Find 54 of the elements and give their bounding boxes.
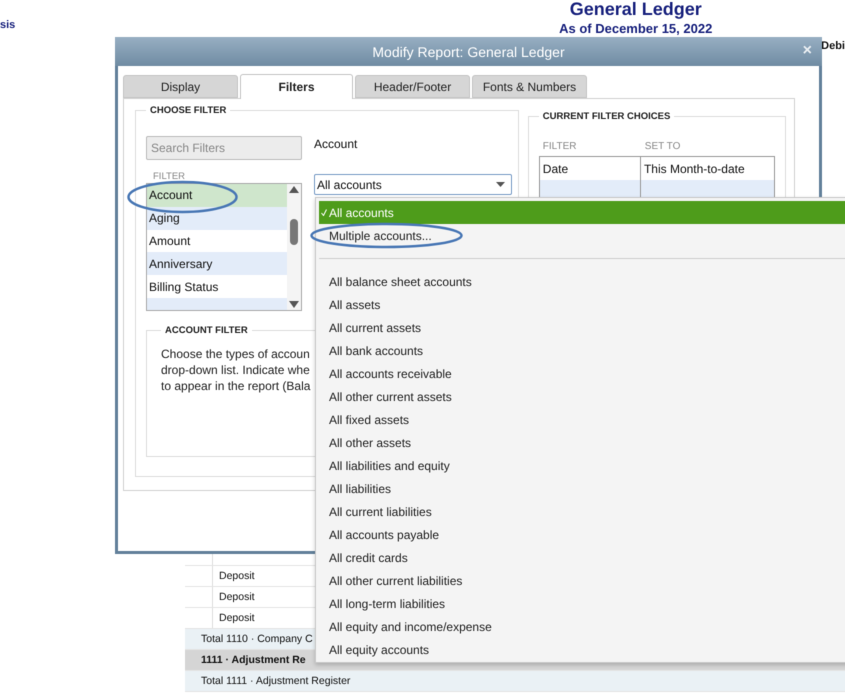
group-title: ACCOUNT FILTER [164,325,249,336]
caret-icon [496,182,505,187]
report-date: As of December 15, 2022 [559,21,712,36]
report-row-text: Deposit [218,612,255,624]
menu-item[interactable]: All accounts payable [319,523,845,546]
report-row-text: Total 1110 · Company C [201,633,313,645]
scroll-thumb[interactable] [290,219,298,245]
menu-item[interactable]: All current assets [319,316,845,339]
list-heading: FILTER [153,171,186,183]
menu-item[interactable]: All liabilities and equity [319,454,845,477]
column-header: Debi [821,40,845,52]
tab[interactable]: Header/Footer [355,75,470,98]
report-text-fragment: sis [0,18,16,31]
report-row-text: Deposit [218,570,255,582]
down-arrow-icon[interactable] [289,301,299,308]
menu-item[interactable]: All fixed assets [319,408,845,431]
column-header: FILTER [542,140,578,152]
menu-item[interactable]: All equity accounts [319,638,845,661]
report-row-text: Deposit [218,591,255,603]
menu-item[interactable]: All equity and income/expense [319,615,845,638]
search-field[interactable]: Search Filters [146,136,302,160]
column-header: SET TO [644,140,682,152]
filter-item[interactable]: Anniversary [147,252,287,276]
field-label: Account [314,137,358,153]
tab[interactable]: Display [123,75,238,98]
menu-item[interactable]: All liabilities [319,477,845,500]
tab[interactable]: Filters [240,74,353,99]
description-text: Choose the types of accoun [161,346,310,362]
scrollbar[interactable] [287,184,301,310]
menu-item[interactable]: All other assets [319,431,845,454]
group-title: CURRENT FILTER CHOICES [542,111,672,122]
report-row-text: Total 1111 · Adjustment Register [201,675,350,687]
menu-item[interactable]: All accounts receivable [319,362,845,385]
menu-item[interactable]: All current liabilities [319,500,845,523]
menu-item[interactable]: All assets [319,293,845,316]
description-text: drop-down list. Indicate whe [161,362,310,378]
filter-item[interactable]: Account [147,184,287,207]
tab[interactable]: Fonts & Numbers [472,75,587,98]
report-row-text: 1111 · Adjustment Re [201,654,306,666]
report-title: General Ledger [570,0,702,19]
filter-item[interactable]: Amount [147,230,287,252]
menu-item[interactable]: All other current assets [319,385,845,408]
check-icon [321,209,327,216]
account-dropdown[interactable]: All accounts [314,174,512,195]
table-cell-text: This Month-to-date [642,160,746,178]
menu-item[interactable]: All bank accounts [319,339,845,362]
menu-item[interactable]: All other current liabilities [319,569,845,592]
menu-item[interactable]: All balance sheet accounts [319,270,845,293]
description-text: to appear in the report (Bala [161,378,310,394]
dialog-title: Modify Report: General Ledger [372,44,565,60]
up-arrow-icon[interactable] [289,186,299,193]
menu-item[interactable]: All credit cards [319,546,845,569]
group-title: CHOOSE FILTER [149,105,228,116]
menu-item[interactable]: All long-term liabilities [319,592,845,615]
